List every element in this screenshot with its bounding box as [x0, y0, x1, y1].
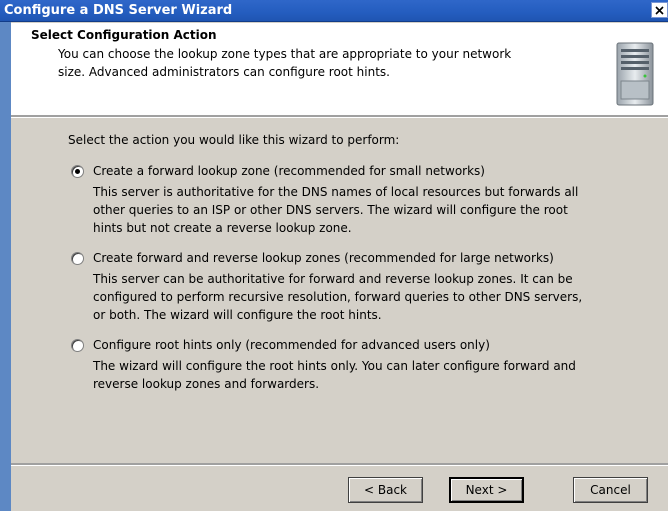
window-left-border	[0, 22, 11, 511]
desc-line: or both. The wizard will configure the r…	[93, 308, 382, 322]
option-root-hints-label[interactable]: Configure root hints only (recommended f…	[93, 336, 490, 354]
header-divider	[11, 115, 668, 118]
title-bar[interactable]: Configure a DNS Server Wizard	[0, 0, 668, 22]
radio-forward-reverse-zones[interactable]	[71, 252, 84, 265]
option-forward-zone-desc: This server is authoritative for the DNS…	[93, 183, 578, 237]
wizard-window: Configure a DNS Server Wizard Select Con…	[0, 0, 668, 511]
next-button[interactable]: Next >	[449, 477, 524, 503]
option-forward-reverse-label[interactable]: Create forward and reverse lookup zones …	[93, 249, 554, 267]
desc-line: hints but not create a reverse lookup zo…	[93, 221, 352, 235]
page-title: Select Configuration Action	[31, 28, 217, 42]
option-forward-reverse-desc: This server can be authoritative for for…	[93, 270, 582, 324]
option-forward-zone-label[interactable]: Create a forward lookup zone (recommende…	[93, 162, 485, 180]
close-icon[interactable]	[651, 2, 668, 18]
server-icon	[616, 42, 654, 106]
page-subtitle: You can choose the lookup zone types tha…	[58, 45, 578, 81]
desc-line: configured to perform recursive resoluti…	[93, 290, 583, 304]
action-prompt: Select the action you would like this wi…	[68, 133, 400, 147]
desc-line: This server is authoritative for the DNS…	[93, 185, 579, 199]
desc-line: This server can be authoritative for for…	[93, 272, 573, 286]
back-button[interactable]: < Back	[348, 477, 423, 503]
option-root-hints-desc: The wizard will configure the root hints…	[93, 357, 576, 393]
radio-selected-dot	[75, 169, 80, 174]
radio-forward-zone[interactable]	[71, 165, 84, 178]
radio-root-hints-only[interactable]	[71, 339, 84, 352]
window-title: Configure a DNS Server Wizard	[4, 3, 233, 18]
subtitle-line: You can choose the lookup zone types tha…	[58, 47, 512, 61]
cancel-button[interactable]: Cancel	[573, 477, 648, 503]
desc-line: The wizard will configure the root hints…	[93, 359, 576, 373]
desc-line: reverse lookup zones and forwarders.	[93, 377, 320, 391]
footer-divider	[11, 463, 668, 466]
desc-line: other queries to an ISP or other DNS ser…	[93, 203, 568, 217]
subtitle-line: size. Advanced administrators can config…	[58, 65, 390, 79]
